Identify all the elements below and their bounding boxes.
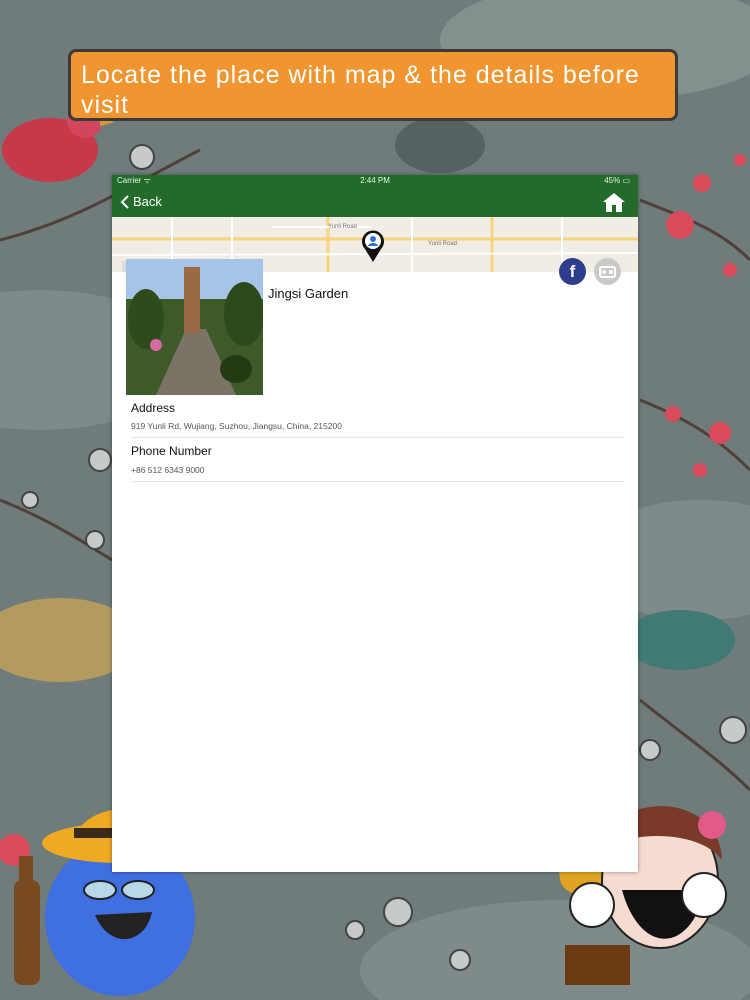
battery-indicator: 45% ▭ xyxy=(604,176,630,185)
garden-photo xyxy=(126,259,263,395)
back-label: Back xyxy=(133,194,162,209)
share-icon xyxy=(599,266,616,278)
back-button[interactable]: Back xyxy=(120,193,162,211)
facebook-share-button[interactable]: f xyxy=(559,258,586,285)
chevron-left-icon xyxy=(120,195,129,209)
banner-text: Locate the place with map & the details … xyxy=(81,61,640,119)
app-screen: Carrier ᯤ 2:44 PM 45% ▭ Back Yunli Road … xyxy=(112,175,638,872)
address-value[interactable]: 919 Yunli Rd, Wujiang, Suzhou, Jiangsu, … xyxy=(131,421,342,431)
divider xyxy=(131,481,625,482)
map-road-label-2: Yunli Road xyxy=(428,241,458,247)
home-button[interactable] xyxy=(602,191,626,213)
map-road-label: Yunli Road xyxy=(328,224,358,230)
address-label: Address xyxy=(131,401,176,415)
place-title: Jingsi Garden xyxy=(268,286,349,301)
divider xyxy=(131,437,625,438)
location-pin-icon[interactable] xyxy=(360,229,386,263)
feature-banner: Locate the place with map & the details … xyxy=(68,49,678,121)
phone-label: Phone Number xyxy=(131,444,212,458)
facebook-icon: f xyxy=(569,262,576,281)
home-icon xyxy=(603,193,625,212)
status-time: 2:44 PM xyxy=(360,176,390,185)
phone-value[interactable]: +86 512 6343 9000 xyxy=(131,465,205,475)
place-photo xyxy=(126,259,263,395)
status-bar: Carrier ᯤ 2:44 PM 45% ▭ xyxy=(112,175,638,187)
share-button[interactable] xyxy=(594,258,621,285)
navigation-bar: Back xyxy=(112,187,638,217)
